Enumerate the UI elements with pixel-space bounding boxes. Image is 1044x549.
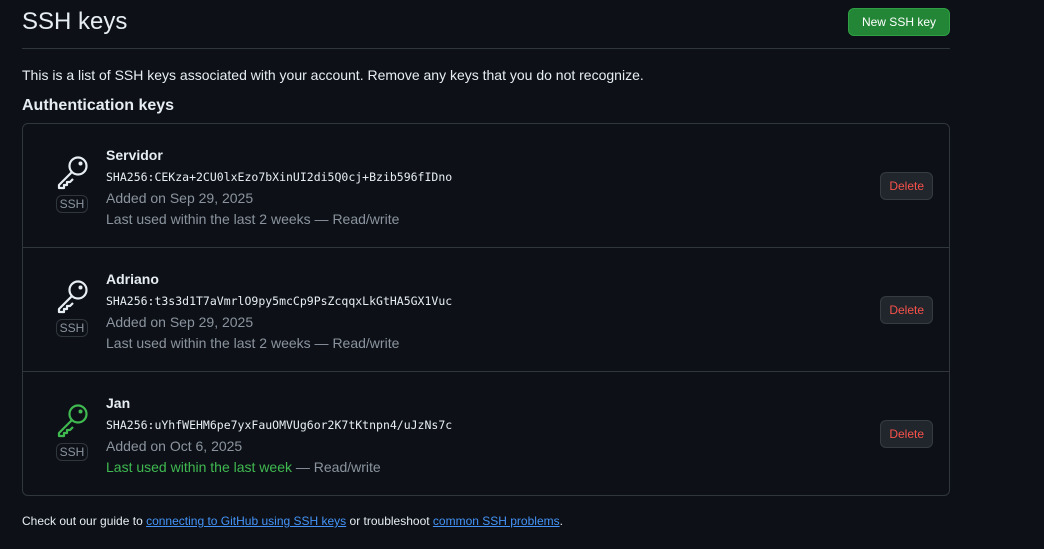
ssh-badge: SSH bbox=[56, 443, 88, 461]
key-name: Adriano bbox=[106, 271, 159, 287]
key-name: Jan bbox=[106, 395, 131, 411]
key-added-date: Added on Sep 29, 2025 bbox=[106, 190, 254, 206]
footer-prefix: Check out our guide to bbox=[22, 514, 147, 528]
ssh-badge: SSH bbox=[56, 195, 88, 213]
ssh-badge: SSH bbox=[56, 319, 88, 337]
key-last-used: — Read/write bbox=[292, 459, 381, 475]
key-added-date: Added on Oct 6, 2025 bbox=[106, 438, 243, 454]
key-icon bbox=[57, 280, 88, 314]
ssh-key-row: SSH Jan SHA256:uYhfWEHM6pe7yxFauOMVUg6or… bbox=[23, 371, 949, 495]
ssh-key-list: SSH Servidor SHA256:CEKza+2CU0lxEzo7bXin… bbox=[22, 123, 950, 496]
key-icon bbox=[57, 404, 88, 438]
delete-key-button[interactable]: Delete bbox=[880, 420, 933, 448]
authentication-keys-heading: Authentication keys bbox=[22, 97, 175, 114]
key-last-used: Last used within the last 2 weeks — Read… bbox=[106, 211, 400, 227]
ssh-troubleshoot-link[interactable]: common SSH problems bbox=[433, 514, 560, 528]
key-added-date: Added on Sep 29, 2025 bbox=[106, 314, 254, 330]
key-last-used: Last used within the last 2 weeks — Read… bbox=[106, 335, 400, 351]
ssh-guide-link[interactable]: connecting to GitHub using SSH keys bbox=[146, 514, 346, 528]
footer-middle: or troubleshoot bbox=[346, 514, 433, 528]
ssh-key-row: SSH Servidor SHA256:CEKza+2CU0lxEzo7bXin… bbox=[23, 124, 949, 247]
delete-key-button[interactable]: Delete bbox=[880, 296, 933, 324]
key-icon bbox=[57, 156, 88, 190]
ssh-key-row: SSH Adriano SHA256:t3s3d1T7aVmrlO9py5mcC… bbox=[23, 247, 949, 371]
key-fingerprint: SHA256:uYhfWEHM6pe7yxFauOMVUg6or2K7tKtnp… bbox=[106, 418, 453, 432]
intro-text: This is a list of SSH keys associated wi… bbox=[22, 67, 644, 83]
ssh-keys-page: SSH keys New SSH key This is a list of S… bbox=[22, 0, 950, 528]
key-fingerprint: SHA256:CEKza+2CU0lxEzo7bXinUI2di5Q0cj+Bz… bbox=[106, 170, 453, 184]
key-last-used-recent: Last used within the last week bbox=[106, 459, 292, 475]
page-title: SSH keys bbox=[22, 8, 128, 35]
delete-key-button[interactable]: Delete bbox=[880, 172, 933, 200]
key-name: Servidor bbox=[106, 147, 163, 163]
footer-suffix: . bbox=[559, 514, 563, 528]
new-ssh-key-button[interactable]: New SSH key bbox=[847, 8, 950, 36]
footer-help-text: Check out our guide to connecting to Git… bbox=[22, 514, 950, 528]
key-fingerprint: SHA256:t3s3d1T7aVmrlO9py5mcCp9PsZcqqxLkG… bbox=[106, 294, 453, 308]
page-header: SSH keys New SSH key bbox=[22, 0, 950, 49]
